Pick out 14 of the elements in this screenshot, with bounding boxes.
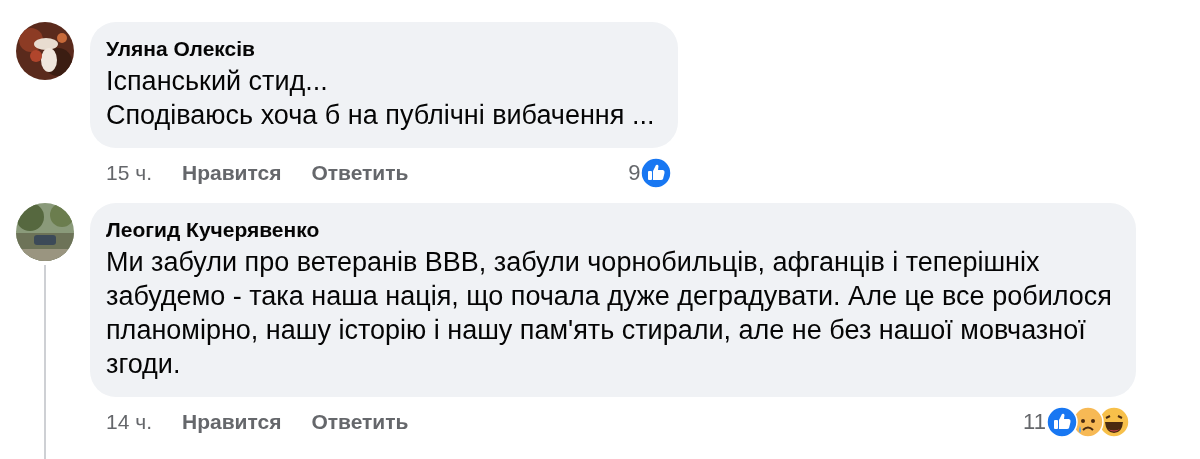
like-link[interactable]: Нравится (181, 156, 282, 189)
reply-link[interactable]: Ответить (311, 156, 409, 189)
author-name[interactable]: Уляна Олексів (106, 36, 655, 62)
comment-text: Ми забули про ветеранів ВВВ, забули чорнобильців, афганців і теперішніх забудемо - така наша нація, що почала дуже деградувати. Але це все робилося планомірно, нашу історію і нашу пам'ять стирали, але не без нашої мовчазної згоди. (106, 246, 1112, 381)
thumbs-up-icon (640, 156, 673, 189)
comment-text: Іспанський стид... Сподіваюсь хоча б на публічні вибачення ... (106, 65, 655, 132)
thumbs-up-icon (1045, 405, 1078, 438)
reply-link[interactable]: Ответить (311, 405, 409, 438)
timestamp[interactable]: 14 ч. (106, 405, 152, 438)
reaction-count[interactable]: 11 (1023, 405, 1046, 438)
author-name[interactable]: Леогид Кучерявенко (106, 217, 1112, 243)
timestamp[interactable]: 15 ч. (106, 156, 152, 189)
like-link[interactable]: Нравится (181, 405, 282, 438)
reaction-count[interactable]: 9 (628, 156, 641, 189)
